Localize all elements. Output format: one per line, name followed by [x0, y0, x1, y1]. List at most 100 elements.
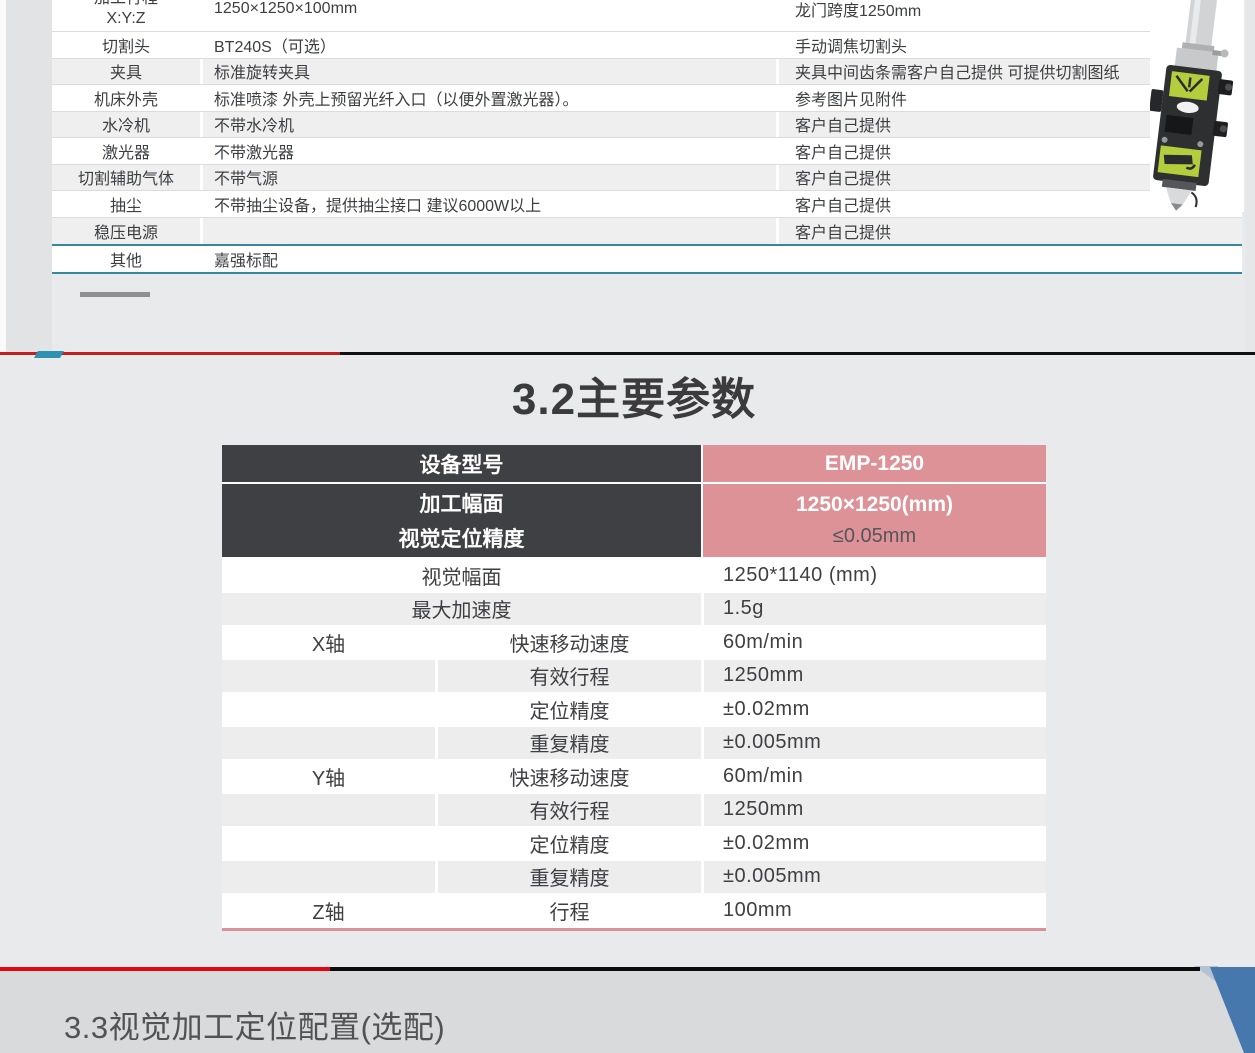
param-name: 重复精度 [435, 727, 701, 760]
spec-value: 标准喷漆 外壳上预留光纤入口（以便外置激光器）。 [200, 85, 776, 111]
table-row: 重复精度 ±0.005mm [222, 861, 1046, 894]
divider-rule-black [330, 967, 1200, 971]
spec-label: 切割头 [52, 32, 200, 58]
table-row: Y轴 快速移动速度 60m/min [222, 760, 1046, 793]
header-labels: 加工幅面 视觉定位精度 [222, 484, 701, 557]
vision-accuracy-label: 视觉定位精度 [399, 523, 525, 553]
spec-label: 水冷机 [52, 112, 200, 138]
table-header-row: 加工幅面 视觉定位精度 1250×1250(mm) ≤0.05mm [222, 484, 1046, 557]
spec-value: 不带激光器 [200, 138, 776, 164]
param-value: 1250*1140 (mm) [701, 559, 1046, 592]
page-right-margin [1245, 0, 1255, 352]
spec-label: 加工行程 X:Y:Z [52, 0, 200, 31]
laser-cutting-head-icon [1150, 0, 1244, 212]
table-row: 抽尘 不带抽尘设备，提供抽尘接口 建议6000W以上 客户自己提供 [52, 191, 1242, 218]
work-area-value: 1250×1250(mm) [796, 493, 953, 517]
param-value: ±0.02mm [701, 693, 1046, 726]
param-name: 最大加速度 [222, 593, 701, 626]
table-row: 最大加速度 1.5g [222, 593, 1046, 626]
param-name: 定位精度 [435, 827, 701, 860]
param-value: 60m/min [701, 760, 1046, 793]
param-value: 1.5g [701, 593, 1046, 626]
spec-table: 加工行程 X:Y:Z 1250×1250×100mm 龙门跨度1250mm 切割… [52, 0, 1242, 274]
teal-rule-bottom [52, 272, 1242, 274]
table-row: 其他 嘉强标配 [52, 246, 1242, 272]
param-name: 重复精度 [435, 861, 701, 894]
divider-rule-black [340, 352, 1255, 355]
spec-note: 客户自己提供 [776, 218, 1242, 245]
spec-label: 机床外壳 [52, 85, 200, 111]
param-value: ±0.02mm [701, 827, 1046, 860]
spec-label: 切割辅助气体 [52, 165, 200, 191]
spec-value: 标准旋转夹具 [200, 59, 776, 85]
divider-teal-accent [34, 351, 64, 358]
spec-note [776, 246, 1242, 272]
axis-name [222, 660, 435, 693]
spec-label: 抽尘 [52, 191, 200, 217]
param-value: ±0.005mm [701, 727, 1046, 760]
table-row: 水冷机 不带水冷机 客户自己提供 [52, 112, 1242, 139]
header-values: 1250×1250(mm) ≤0.05mm [703, 484, 1046, 557]
spec-label: 其他 [52, 246, 200, 272]
axis-name [222, 727, 435, 760]
spec-label: 激光器 [52, 138, 200, 164]
table-row: 定位精度 ±0.02mm [222, 827, 1046, 860]
axis-name [222, 861, 435, 894]
axis-name: Y轴 [222, 760, 435, 793]
axis-name [222, 827, 435, 860]
axis-name: Z轴 [222, 894, 435, 927]
param-value: 1250mm [701, 794, 1046, 827]
table-row: 激光器 不带激光器 客户自己提供 [52, 138, 1242, 165]
table-row: 视觉幅面 1250*1140 (mm) [222, 559, 1046, 592]
table-row: 加工行程 X:Y:Z 1250×1250×100mm 龙门跨度1250mm [52, 0, 1242, 32]
param-value: 60m/min [701, 626, 1046, 659]
laser-cutting-head-image [1150, 0, 1244, 212]
spec-value: 嘉强标配 [200, 246, 776, 272]
table-row: Z轴 行程 100mm [222, 894, 1046, 927]
vision-accuracy-value: ≤0.05mm [833, 525, 916, 548]
param-value: 100mm [701, 894, 1046, 927]
table-header-row: 设备型号 EMP-1250 [222, 445, 1046, 482]
model-label: 设备型号 [222, 445, 701, 482]
work-area-label: 加工幅面 [420, 488, 504, 518]
table-row: 重复精度 ±0.005mm [222, 727, 1046, 760]
spec-label-line1: 加工行程 [94, 0, 158, 9]
spec-value: 不带气源 [200, 165, 776, 191]
divider-rule-red [0, 967, 330, 971]
parameters-table: 设备型号 EMP-1250 加工幅面 视觉定位精度 1250×1250(mm) … [222, 445, 1046, 931]
axis-name [222, 794, 435, 827]
param-name: 快速移动速度 [435, 626, 701, 659]
param-name: 有效行程 [435, 794, 701, 827]
param-value: ±0.005mm [701, 861, 1046, 894]
spec-label-line2: X:Y:Z [106, 9, 145, 29]
page-left-margin [6, 0, 52, 352]
spec-value: 不带抽尘设备，提供抽尘接口 建议6000W以上 [200, 191, 776, 217]
param-value: 1250mm [701, 660, 1046, 693]
table-row: 有效行程 1250mm [222, 660, 1046, 693]
param-name: 行程 [435, 894, 701, 927]
spec-value: 1250×1250×100mm [200, 0, 776, 31]
param-name: 视觉幅面 [222, 559, 701, 592]
table-bottom-pink-rule [222, 928, 1046, 931]
gray-dash-decoration [80, 292, 150, 297]
spec-label: 夹具 [52, 59, 200, 85]
table-row: 定位精度 ±0.02mm [222, 693, 1046, 726]
table-row: 机床外壳 标准喷漆 外壳上预留光纤入口（以便外置激光器）。 参考图片见附件 [52, 85, 1242, 112]
spec-value: BT240S（可选） [200, 32, 776, 58]
table-row: 稳压电源 客户自己提供 [52, 218, 1242, 245]
table-row: 有效行程 1250mm [222, 794, 1046, 827]
axis-name [222, 693, 435, 726]
section-32-title: 3.2主要参数 [222, 363, 1046, 427]
section-33-title: 3.3视觉加工定位配置(选配) [64, 1002, 445, 1047]
table-row: 夹具 标准旋转夹具 夹具中间齿条需客户自己提供 可提供切割图纸 [52, 59, 1242, 86]
spec-value: 不带水冷机 [200, 112, 776, 138]
param-name: 定位精度 [435, 693, 701, 726]
table-row: 切割头 BT240S（可选） 手动调焦切割头 [52, 32, 1242, 59]
param-name: 快速移动速度 [435, 760, 701, 793]
model-value: EMP-1250 [703, 445, 1046, 482]
param-name: 有效行程 [435, 660, 701, 693]
spec-label: 稳压电源 [52, 218, 200, 245]
axis-name: X轴 [222, 626, 435, 659]
table-row: 切割辅助气体 不带气源 客户自己提供 [52, 165, 1242, 192]
spec-value [200, 218, 776, 245]
